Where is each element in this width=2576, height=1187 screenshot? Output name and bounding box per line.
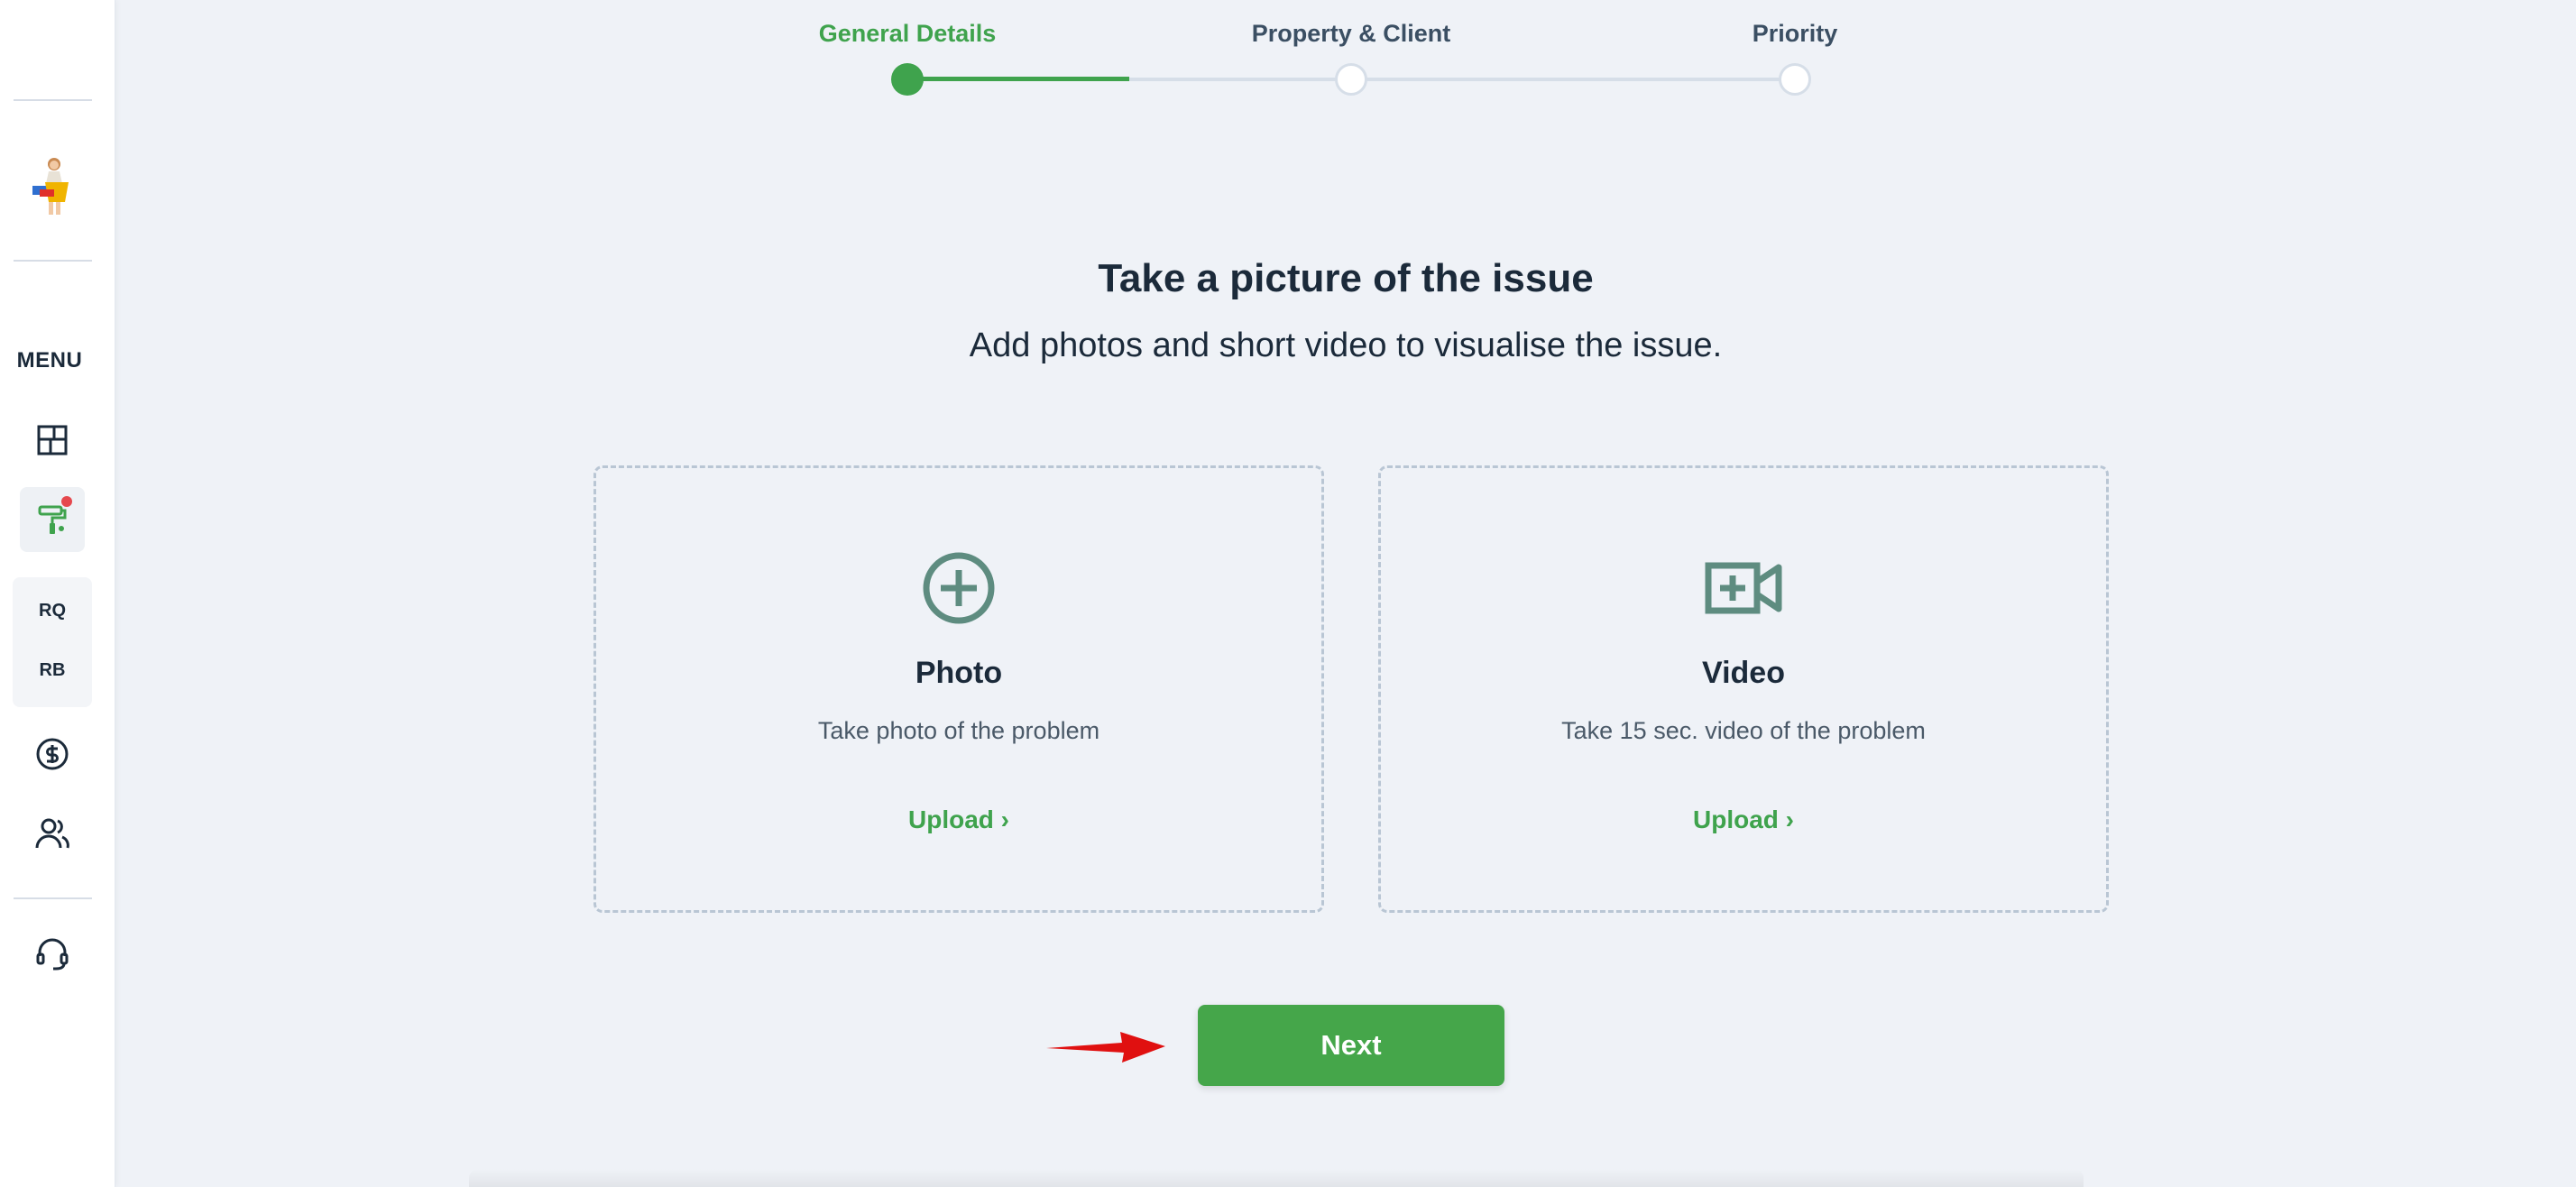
page-subtitle: Add photos and short video to visualise … — [969, 327, 1723, 364]
sidebar-item-rb[interactable]: RB — [13, 660, 92, 681]
step-property-client-label: Property & Client — [1251, 20, 1451, 47]
stepper-progress — [907, 77, 1129, 81]
video-card-description: Take 15 sec. video of the problem — [1561, 717, 1926, 744]
paint-roller-icon — [38, 505, 67, 534]
sidebar-item-users[interactable] — [20, 801, 85, 866]
sidebar: MENU RQ RB — [0, 0, 115, 1187]
step-general-details-label: General Details — [818, 20, 997, 47]
sidebar-shortcut-group: RQ RB — [13, 577, 92, 707]
dashboard-icon — [37, 425, 68, 455]
dollar-icon — [36, 738, 69, 770]
sidebar-divider — [14, 260, 92, 262]
video-upload-link[interactable]: Upload › — [1381, 805, 2106, 834]
sidebar-item-payments[interactable] — [20, 722, 85, 787]
video-card-title: Video — [1702, 656, 1785, 690]
next-button[interactable]: Next — [1198, 1005, 1504, 1086]
support-headset-icon — [36, 938, 69, 971]
step-property-client-dot[interactable] — [1335, 63, 1367, 96]
step-general-details-dot[interactable] — [891, 63, 924, 96]
sidebar-divider — [14, 99, 92, 101]
red-arrow-annotation — [1046, 1032, 1165, 1063]
photo-card-description: Take photo of the problem — [817, 717, 1100, 744]
video-upload-card[interactable]: Video Take 15 sec. video of the problem … — [1378, 465, 2109, 913]
plus-circle-icon — [923, 552, 995, 624]
step-priority-dot[interactable] — [1779, 63, 1811, 96]
sidebar-item-rq[interactable]: RQ — [13, 601, 92, 621]
sidebar-item-dashboard[interactable] — [20, 408, 85, 473]
sidebar-item-support[interactable] — [20, 922, 85, 987]
menu-label: MENU — [16, 348, 83, 373]
notification-dot — [61, 496, 72, 507]
photo-upload-card[interactable]: Photo Take photo of the problem Upload › — [593, 465, 1324, 913]
users-icon — [35, 818, 69, 849]
step-priority-label: Priority — [1752, 20, 1838, 47]
page-title: Take a picture of the issue — [1098, 256, 1594, 300]
photo-card-title: Photo — [915, 656, 1003, 690]
video-plus-icon — [1705, 562, 1782, 614]
photo-upload-link[interactable]: Upload › — [596, 805, 1321, 834]
sidebar-divider — [14, 897, 92, 899]
sidebar-item-jobs[interactable] — [20, 487, 85, 552]
bottom-panel-edge — [469, 1169, 2084, 1187]
user-avatar[interactable] — [27, 155, 78, 216]
